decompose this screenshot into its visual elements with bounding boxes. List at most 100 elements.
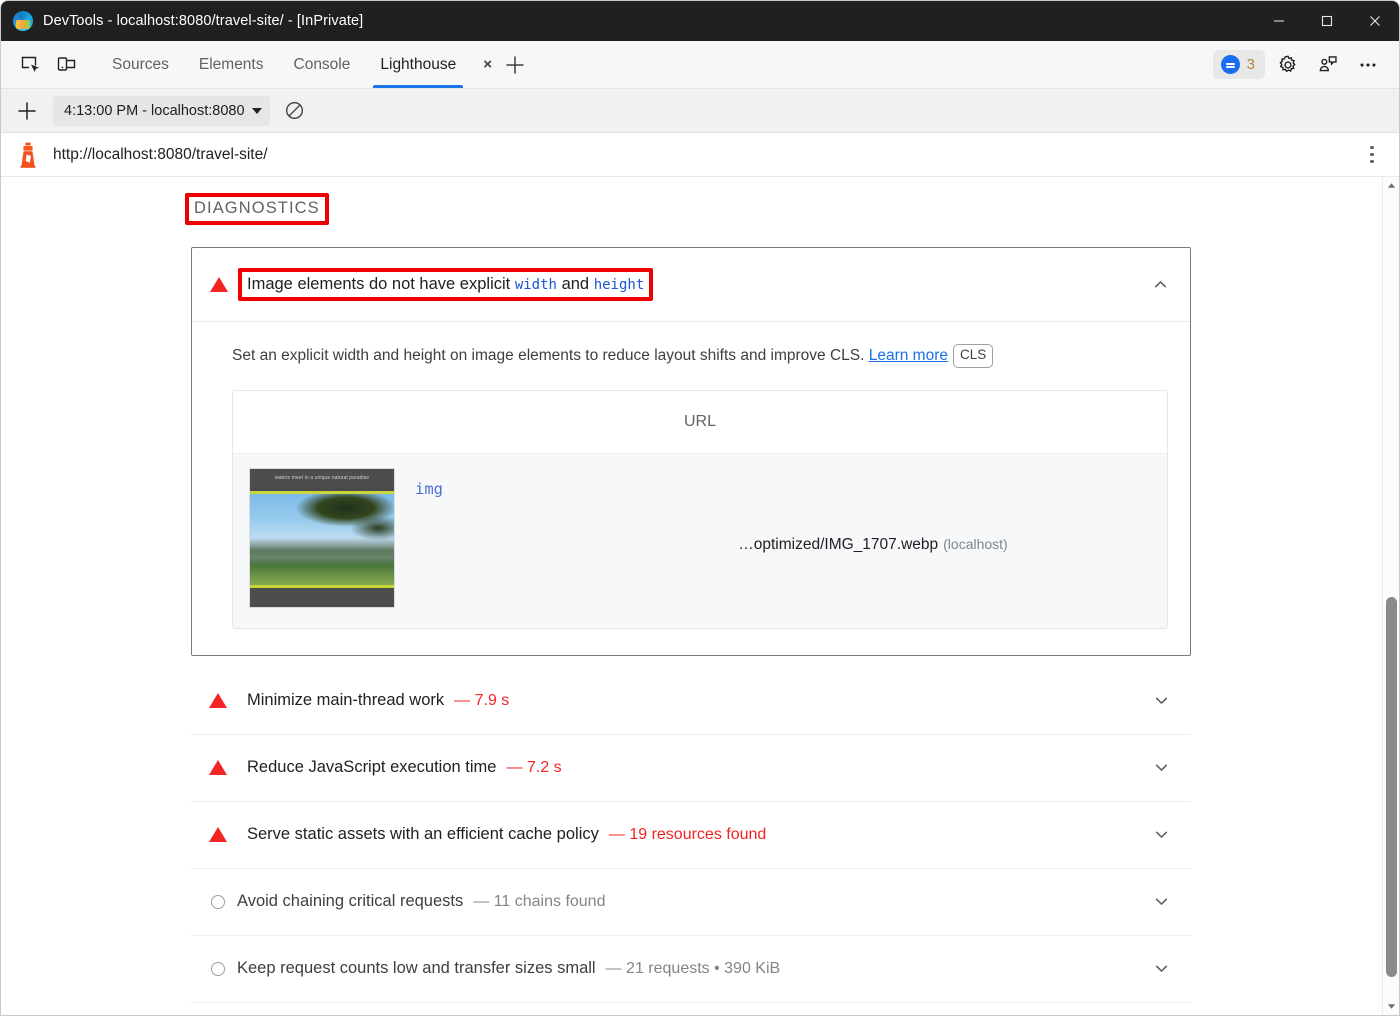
row-status-icon: [209, 895, 227, 909]
element-tag-code[interactable]: img: [415, 480, 443, 498]
audit-title-wrap: Image elements do not have explicit widt…: [238, 268, 653, 301]
chevron-down-icon[interactable]: [1149, 823, 1173, 847]
column-header-url: URL: [684, 413, 716, 430]
devtools-tabs: Sources Elements Console Lighthouse ×: [97, 41, 532, 88]
tab-sources[interactable]: Sources: [97, 41, 184, 88]
audit-row-title: Reduce JavaScript execution time: [247, 758, 496, 777]
tab-lighthouse[interactable]: Lighthouse: [365, 41, 471, 88]
scroll-up-arrow-icon[interactable]: [1383, 177, 1399, 194]
add-tab-icon[interactable]: [498, 48, 532, 82]
metric-badge-cls: CLS: [953, 344, 993, 368]
audit-row-value: — 7.2 s: [506, 759, 561, 777]
title-bar: DevTools - localhost:8080/travel-site/ -…: [1, 1, 1399, 41]
row-dash: —: [506, 759, 522, 776]
audit-row-title: Serve static assets with an efficient ca…: [247, 825, 599, 844]
audit-row-minimize-main-thread-work[interactable]: Minimize main-thread work — 7.9 s: [191, 668, 1191, 735]
messages-badge[interactable]: 3: [1213, 50, 1265, 79]
audit-description-line: Set an explicit width and height on imag…: [232, 344, 1168, 368]
kebab-menu-icon[interactable]: [1359, 140, 1385, 170]
tab-elements-label: Elements: [199, 56, 264, 74]
inspect-element-icon[interactable]: [13, 48, 49, 82]
clear-all-icon[interactable]: [280, 96, 310, 126]
kebab-dot: [1370, 153, 1374, 157]
row-dash: —: [473, 893, 489, 910]
tab-sources-label: Sources: [112, 56, 169, 74]
kebab-dot: [1370, 160, 1374, 164]
new-audit-plus-icon[interactable]: [11, 96, 43, 126]
warning-triangle-icon: [209, 827, 227, 842]
audit-row-value: — 21 requests • 390 KiB: [606, 960, 781, 978]
window-controls: [1255, 1, 1399, 41]
row-value-text: 7.9 s: [475, 692, 510, 709]
diagnostics-section-header: DIAGNOSTICS: [185, 193, 329, 225]
report-scroll-area: DIAGNOSTICS Image elements do not have e…: [1, 177, 1399, 1015]
row-dash: —: [606, 960, 622, 977]
audit-title: Image elements do not have explicit widt…: [238, 268, 653, 301]
audit-row-value: — 7.9 s: [454, 692, 509, 710]
row-dash: —: [454, 692, 470, 709]
report-column: DIAGNOSTICS Image elements do not have e…: [191, 193, 1191, 1003]
device-toolbar-icon[interactable]: [49, 48, 85, 82]
row-value-text: 19 resources found: [629, 826, 766, 843]
chevron-down-icon[interactable]: [1149, 957, 1173, 981]
chevron-down-icon[interactable]: [1149, 890, 1173, 914]
title-bar-left: DevTools - localhost:8080/travel-site/ -…: [1, 11, 363, 31]
report-select-value: 4:13:00 PM - localhost:8080: [64, 103, 245, 119]
row-status-icon: [209, 962, 227, 976]
audit-row-value: — 19 resources found: [609, 826, 766, 844]
message-count: 3: [1247, 57, 1255, 72]
section-title: DIAGNOSTICS: [185, 193, 329, 225]
learn-more-link[interactable]: Learn more: [869, 347, 948, 364]
report-url-bar: http://localhost:8080/travel-site/: [1, 133, 1399, 177]
resource-url[interactable]: …optimized/IMG_1707.webp: [738, 536, 938, 553]
chevron-down-icon: [252, 108, 262, 114]
warning-triangle-icon: [209, 760, 227, 775]
vertical-scrollbar[interactable]: [1382, 177, 1399, 1015]
audit-row-keep-request-counts-low[interactable]: Keep request counts low and transfer siz…: [191, 936, 1191, 1003]
minimize-button[interactable]: [1255, 1, 1303, 41]
row-status-icon: [209, 693, 237, 708]
chevron-down-icon[interactable]: [1149, 689, 1173, 713]
close-button[interactable]: [1351, 1, 1399, 41]
resource-host: (localhost): [943, 536, 1008, 552]
table-row: waters meet in a unique natural paradise…: [233, 454, 1167, 628]
warning-triangle-icon: [210, 277, 228, 292]
thumbnail-footer-bar: [250, 589, 394, 607]
close-tab-button[interactable]: ×: [483, 57, 492, 72]
row-dash: —: [609, 826, 625, 843]
vertical-scrollbar-thumb[interactable]: [1386, 597, 1397, 977]
row-status-icon: [209, 760, 237, 775]
chevron-down-icon[interactable]: [1149, 756, 1173, 780]
audit-row-serve-static-assets-cache-policy[interactable]: Serve static assets with an efficient ca…: [191, 802, 1191, 869]
row-value-text: 11 chains found: [494, 893, 606, 910]
thumbnail-photo: [250, 491, 394, 588]
image-thumbnail[interactable]: waters meet in a unique natural paradise: [249, 468, 395, 608]
report-url-text: http://localhost:8080/travel-site/: [53, 146, 268, 164]
tab-console-label: Console: [294, 56, 351, 74]
scroll-down-arrow-icon[interactable]: [1383, 998, 1399, 1015]
message-bubble-icon: [1221, 55, 1240, 74]
tab-console[interactable]: Console: [279, 41, 366, 88]
maximize-button[interactable]: [1303, 1, 1351, 41]
audit-title-prefix: Image elements do not have explicit: [247, 275, 515, 293]
audit-card-header[interactable]: Image elements do not have explicit widt…: [192, 248, 1190, 322]
lighthouse-icon: [17, 142, 39, 168]
tab-elements[interactable]: Elements: [184, 41, 279, 88]
feedback-icon[interactable]: [1311, 48, 1345, 82]
audit-description: Set an explicit width and height on imag…: [232, 347, 864, 364]
audit-row-title: Minimize main-thread work: [247, 691, 444, 710]
gear-icon[interactable]: [1271, 48, 1305, 82]
more-options-icon[interactable]: [1351, 48, 1385, 82]
devtools-window: DevTools - localhost:8080/travel-site/ -…: [0, 0, 1400, 1016]
tab-lighthouse-label: Lighthouse: [380, 56, 456, 74]
audit-row-value: — 11 chains found: [473, 893, 605, 911]
code-height: height: [594, 277, 645, 293]
audit-results-table: URL waters meet in a unique natural para…: [232, 390, 1168, 629]
chevron-up-icon[interactable]: [1148, 273, 1172, 297]
tabbar-right-actions: 3: [1213, 48, 1385, 82]
row-value-text: 21 requests • 390 KiB: [626, 960, 780, 977]
audit-row-reduce-js-execution-time[interactable]: Reduce JavaScript execution time — 7.2 s: [191, 735, 1191, 802]
audit-row-avoid-chaining-critical-requests[interactable]: Avoid chaining critical requests — 11 ch…: [191, 869, 1191, 936]
info-circle-icon: [211, 962, 225, 976]
report-select[interactable]: 4:13:00 PM - localhost:8080: [53, 96, 270, 126]
